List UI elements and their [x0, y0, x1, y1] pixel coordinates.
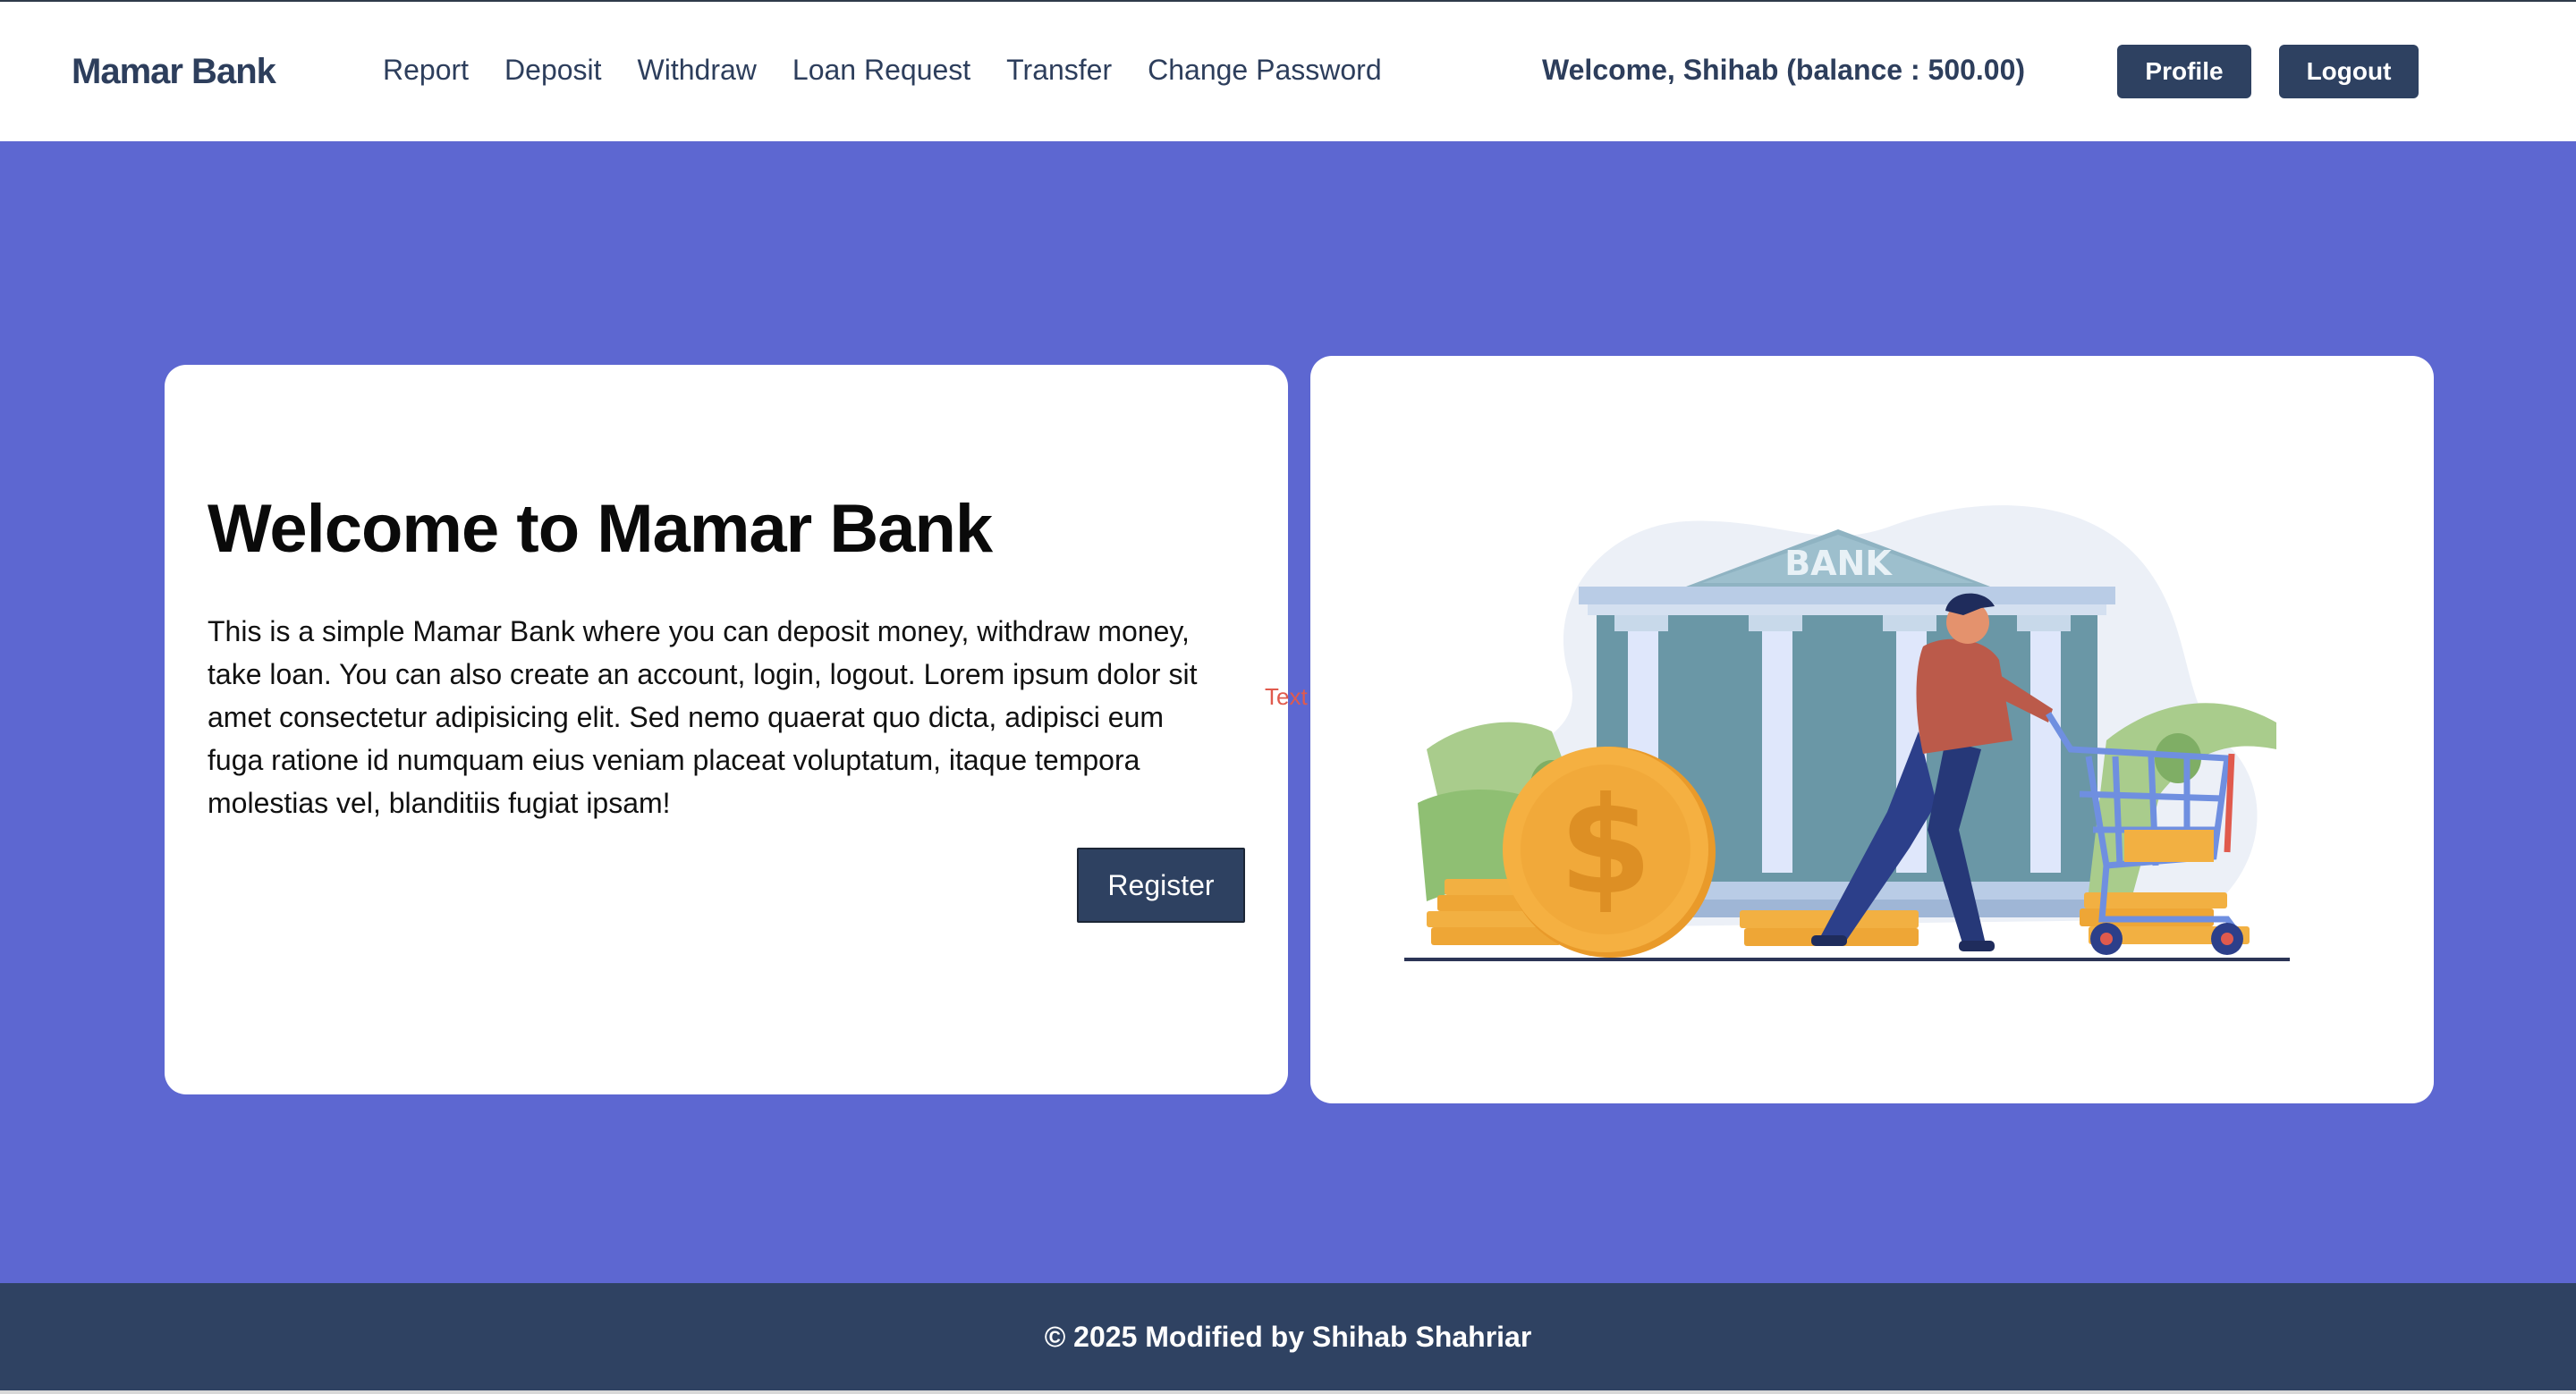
footer: © 2025 Modified by Shihab Shahriar [0, 1283, 2576, 1390]
brand-logo[interactable]: Mamar Bank [72, 52, 276, 92]
svg-text:$: $ [1559, 769, 1652, 925]
bottom-border [0, 1390, 2576, 1394]
hero-title: Welcome to Mamar Bank [208, 491, 993, 567]
nav-link-loan-request[interactable]: Loan Request [792, 54, 970, 87]
nav-link-transfer[interactable]: Transfer [1006, 54, 1112, 87]
footer-copyright: © 2025 Modified by Shihab Shahriar [1044, 1321, 1532, 1353]
bank-illustration: BANK $ [1404, 505, 2290, 961]
nav-link-report[interactable]: Report [383, 54, 469, 87]
illustration-card: BANK $ [1310, 356, 2434, 1103]
navbar: Mamar Bank Report Deposit Withdraw Loan … [0, 2, 2576, 141]
logout-button[interactable]: Logout [2279, 45, 2419, 98]
nav-link-change-password[interactable]: Change Password [1148, 54, 1381, 87]
welcome-balance-text: Welcome, Shihab (balance : 500.00) [1542, 54, 2026, 86]
bank-sign-text: BANK [1784, 544, 1893, 583]
nav-link-deposit[interactable]: Deposit [504, 54, 602, 87]
welcome-card: Welcome to Mamar Bank This is a simple M… [165, 365, 1288, 1094]
stray-text-label: Text [1265, 683, 1308, 710]
register-button[interactable]: Register [1077, 848, 1245, 923]
profile-button[interactable]: Profile [2117, 45, 2251, 98]
nav-menu: Report Deposit Withdraw Loan Request Tra… [383, 54, 1382, 87]
nav-link-withdraw[interactable]: Withdraw [638, 54, 757, 87]
hero-description: This is a simple Mamar Bank where you ca… [208, 615, 1198, 819]
hero-section: Welcome to Mamar Bank This is a simple M… [0, 141, 2576, 1283]
